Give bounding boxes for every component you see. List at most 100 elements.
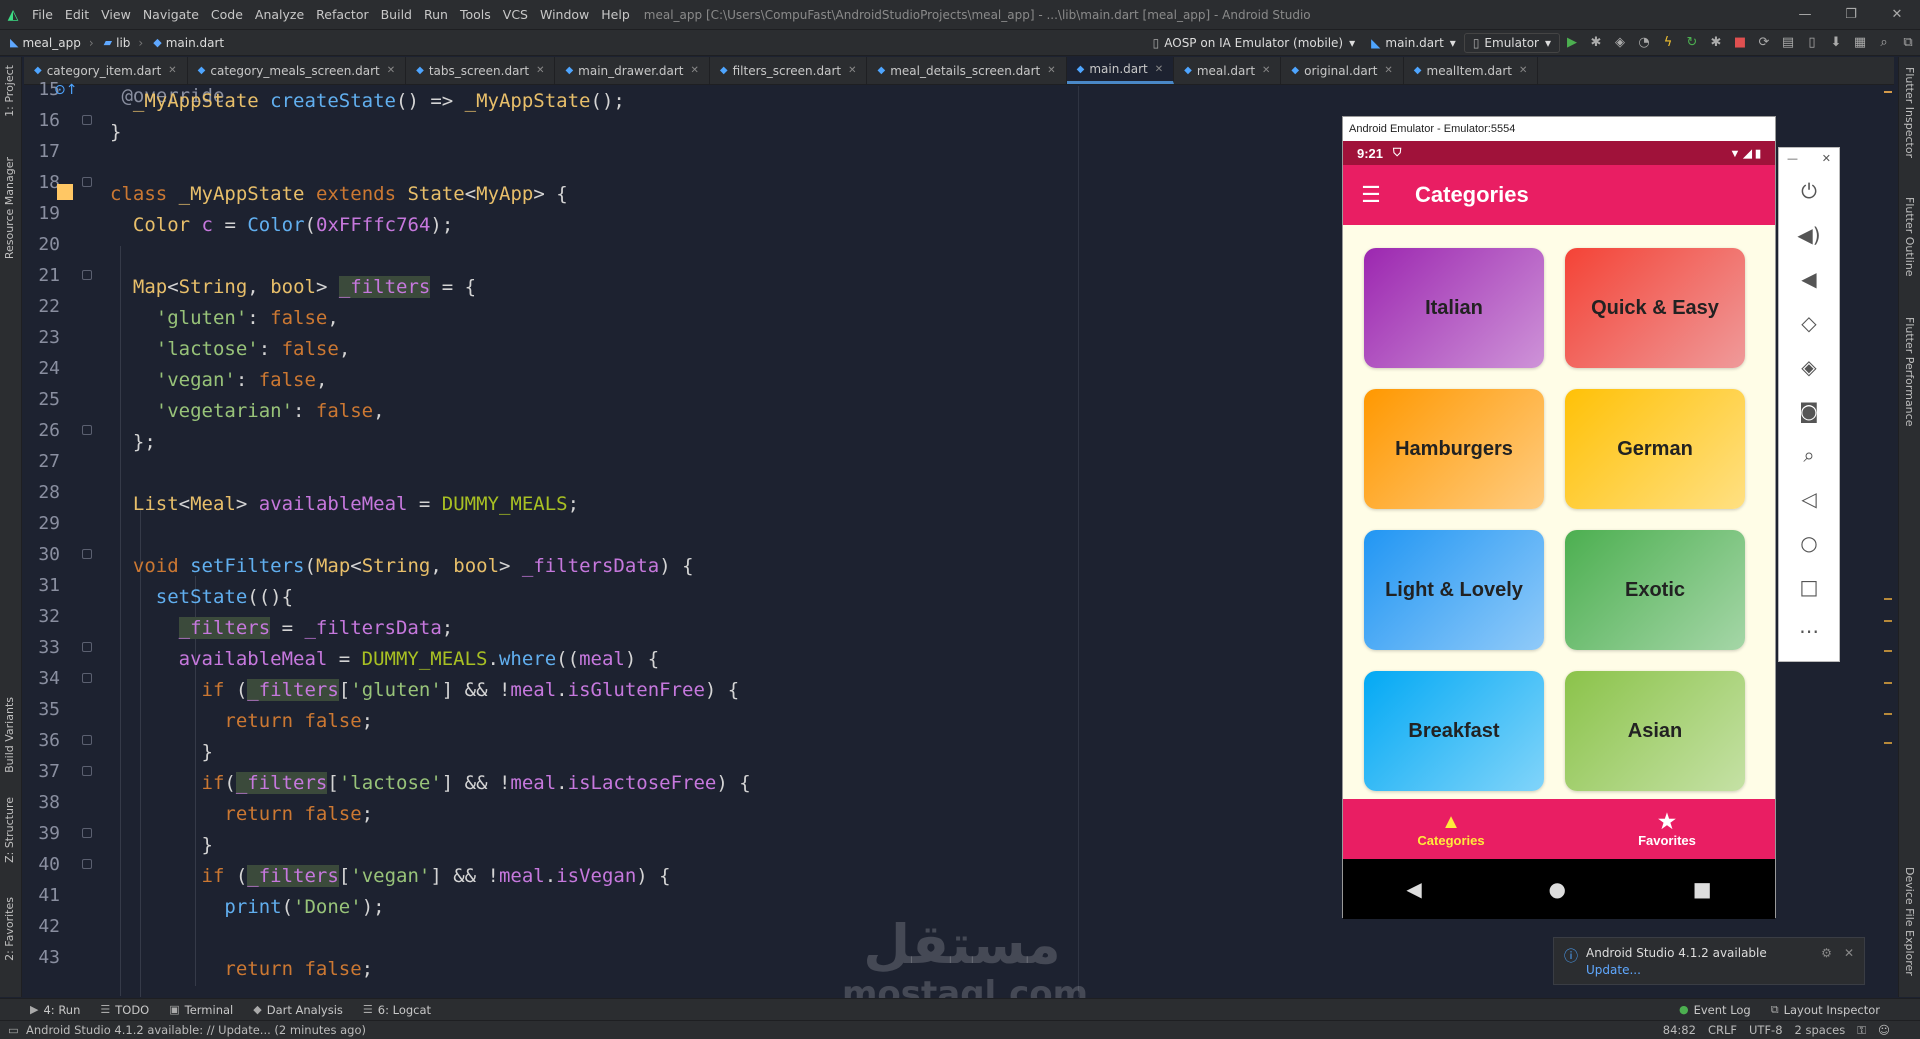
update-link[interactable]: Update...: [1586, 963, 1767, 977]
search-icon[interactable]: ⌕: [1872, 35, 1896, 50]
breadcrumb-project[interactable]: ◣ meal_app ›: [0, 36, 94, 50]
recents-icon[interactable]: ■: [1693, 877, 1712, 901]
device-selector[interactable]: ▯ AOSP on IA Emulator (mobile) ▾: [1145, 33, 1364, 53]
tab-meal_details_screen-dart[interactable]: ◆ meal_details_screen.dart ✕: [867, 57, 1067, 84]
tab-original-dart[interactable]: ◆ original.dart ✕: [1281, 57, 1404, 84]
menu-window[interactable]: Window: [534, 7, 595, 22]
favorites-button[interactable]: 2: Favorites: [3, 897, 16, 961]
menu-tools[interactable]: Tools: [454, 7, 497, 22]
fold-marker-icon[interactable]: [82, 673, 92, 683]
fold-marker-icon[interactable]: [82, 828, 92, 838]
sdk-manager-icon[interactable]: ⬇: [1824, 35, 1848, 50]
close-tab-icon[interactable]: ✕: [1262, 65, 1270, 76]
structure-icon[interactable]: ▤: [1776, 35, 1800, 50]
tab-tabs_screen-dart[interactable]: ◆ tabs_screen.dart ✕: [406, 57, 556, 84]
resource-manager-button[interactable]: Resource Manager: [3, 157, 16, 259]
back-icon[interactable]: ◁: [1779, 477, 1839, 521]
device-file-explorer-button[interactable]: Device File Explorer: [1903, 867, 1916, 976]
menu-build[interactable]: Build: [375, 7, 418, 22]
toolwindow-4-run[interactable]: ▶ 4: Run: [20, 1003, 90, 1017]
menu-edit[interactable]: Edit: [59, 7, 95, 22]
plugin-icon[interactable]: ⧉: [1896, 35, 1920, 50]
toolwindow-layout-inspector[interactable]: ⧉ Layout Inspector: [1761, 1003, 1890, 1017]
emulator-selector[interactable]: ▯ Emulator ▾: [1463, 32, 1560, 53]
menu-refactor[interactable]: Refactor: [310, 7, 374, 22]
fold-marker-icon[interactable]: [82, 642, 92, 652]
close-tab-icon[interactable]: ✕: [387, 65, 395, 76]
tab-filters_screen-dart[interactable]: ◆ filters_screen.dart ✕: [710, 57, 868, 84]
home-icon[interactable]: ○: [1779, 521, 1839, 565]
status-message[interactable]: Android Studio 4.1.2 available: // Updat…: [0, 1023, 366, 1037]
more-icon[interactable]: ⋯: [1779, 609, 1839, 653]
close-tab-icon[interactable]: ✕: [1155, 64, 1163, 75]
menu-help[interactable]: Help: [595, 7, 636, 22]
debug-icon[interactable]: ✱: [1584, 35, 1608, 50]
profile-icon[interactable]: ◔: [1632, 35, 1656, 50]
menu-code[interactable]: Code: [205, 7, 249, 22]
run-icon[interactable]: ▶: [1560, 35, 1584, 50]
tab-mealItem-dart[interactable]: ◆ mealItem.dart ✕: [1404, 57, 1539, 84]
fold-marker-icon[interactable]: [82, 735, 92, 745]
fold-marker-icon[interactable]: [82, 425, 92, 435]
power-icon[interactable]: ⏻: [1779, 169, 1839, 213]
category-tile[interactable]: Quick & Easy: [1565, 248, 1745, 368]
file-encoding[interactable]: UTF-8: [1749, 1023, 1783, 1038]
menu-run[interactable]: Run: [418, 7, 454, 22]
fold-marker-icon[interactable]: [82, 177, 92, 187]
code-editor[interactable]: @override _MyAppState createState() => _…: [110, 86, 1078, 997]
category-tile[interactable]: Hamburgers: [1364, 389, 1544, 509]
nav-categories[interactable]: ▲ Categories: [1343, 799, 1559, 859]
close-icon[interactable]: ✕: [1822, 152, 1831, 165]
category-tile[interactable]: Exotic: [1565, 530, 1745, 650]
overview-icon[interactable]: □: [1779, 565, 1839, 609]
menu-navigate[interactable]: Navigate: [137, 7, 205, 22]
menu-view[interactable]: View: [95, 7, 137, 22]
close-tab-icon[interactable]: ✕: [168, 65, 176, 76]
toolwindow-6-logcat[interactable]: ☰ 6: Logcat: [353, 1003, 441, 1017]
menu-file[interactable]: File: [26, 7, 59, 22]
tab-main_drawer-dart[interactable]: ◆ main_drawer.dart ✕: [555, 57, 710, 84]
toolwindow-todo[interactable]: ☰ TODO: [90, 1003, 159, 1017]
tab-main-dart[interactable]: ◆ main.dart ✕: [1066, 57, 1175, 84]
category-tile[interactable]: Asian: [1565, 671, 1745, 791]
fold-marker-icon[interactable]: [82, 115, 92, 125]
fold-marker-icon[interactable]: [82, 859, 92, 869]
attach-debugger-icon[interactable]: ✱: [1704, 35, 1728, 50]
nav-favorites[interactable]: ★ Favorites: [1559, 799, 1775, 859]
tab-category_meals_screen-dart[interactable]: ◆ category_meals_screen.dart ✕: [188, 57, 407, 84]
close-tab-icon[interactable]: ✕: [1519, 65, 1527, 76]
volume-up-icon[interactable]: ◀): [1779, 213, 1839, 257]
toolwindow-terminal[interactable]: ▣ Terminal: [159, 1003, 243, 1017]
override-icon[interactable]: ⊙↑: [54, 82, 77, 98]
device-manager-icon[interactable]: ▯: [1800, 35, 1824, 50]
tab-meal-dart[interactable]: ◆ meal.dart ✕: [1174, 57, 1282, 84]
caret-position[interactable]: 84:82: [1663, 1023, 1696, 1038]
flutter-inspector-button[interactable]: Flutter Inspector: [1903, 67, 1916, 158]
indent-setting[interactable]: 2 spaces: [1795, 1023, 1846, 1038]
project-tool-button[interactable]: 1: Project: [3, 65, 16, 117]
fold-marker-icon[interactable]: [82, 766, 92, 776]
stop-icon[interactable]: ■: [1728, 35, 1752, 50]
fold-marker-icon[interactable]: [82, 549, 92, 559]
toolwindow-event-log[interactable]: ● Event Log: [1669, 1003, 1761, 1017]
close-tab-icon[interactable]: ✕: [1384, 65, 1392, 76]
inspector-icon[interactable]: ☺: [1878, 1023, 1890, 1038]
sync-icon[interactable]: ⟳: [1752, 35, 1776, 50]
gear-icon[interactable]: ⚙: [1821, 946, 1832, 976]
toolwindow-dart-analysis[interactable]: ◆ Dart Analysis: [243, 1003, 353, 1017]
lock-icon[interactable]: ⚿: [1857, 1023, 1866, 1038]
minimize-icon[interactable]: —: [1787, 152, 1798, 165]
close-tab-icon[interactable]: ✕: [691, 65, 699, 76]
category-tile[interactable]: German: [1565, 389, 1745, 509]
rotate-right-icon[interactable]: ◈: [1779, 345, 1839, 389]
menu-vcs[interactable]: VCS: [497, 7, 534, 22]
line-separator[interactable]: CRLF: [1708, 1023, 1737, 1038]
hot-restart-icon[interactable]: ↻: [1680, 35, 1704, 50]
coverage-icon[interactable]: ◈: [1608, 35, 1632, 50]
breadcrumb-file[interactable]: ◆ main.dart: [143, 36, 224, 50]
build-variants-button[interactable]: Build Variants: [3, 697, 16, 773]
hot-reload-icon[interactable]: ϟ: [1656, 35, 1680, 50]
close-icon[interactable]: ✕: [1844, 946, 1854, 976]
volume-down-icon[interactable]: ◀: [1779, 257, 1839, 301]
flutter-outline-button[interactable]: Flutter Outline: [1903, 197, 1916, 277]
